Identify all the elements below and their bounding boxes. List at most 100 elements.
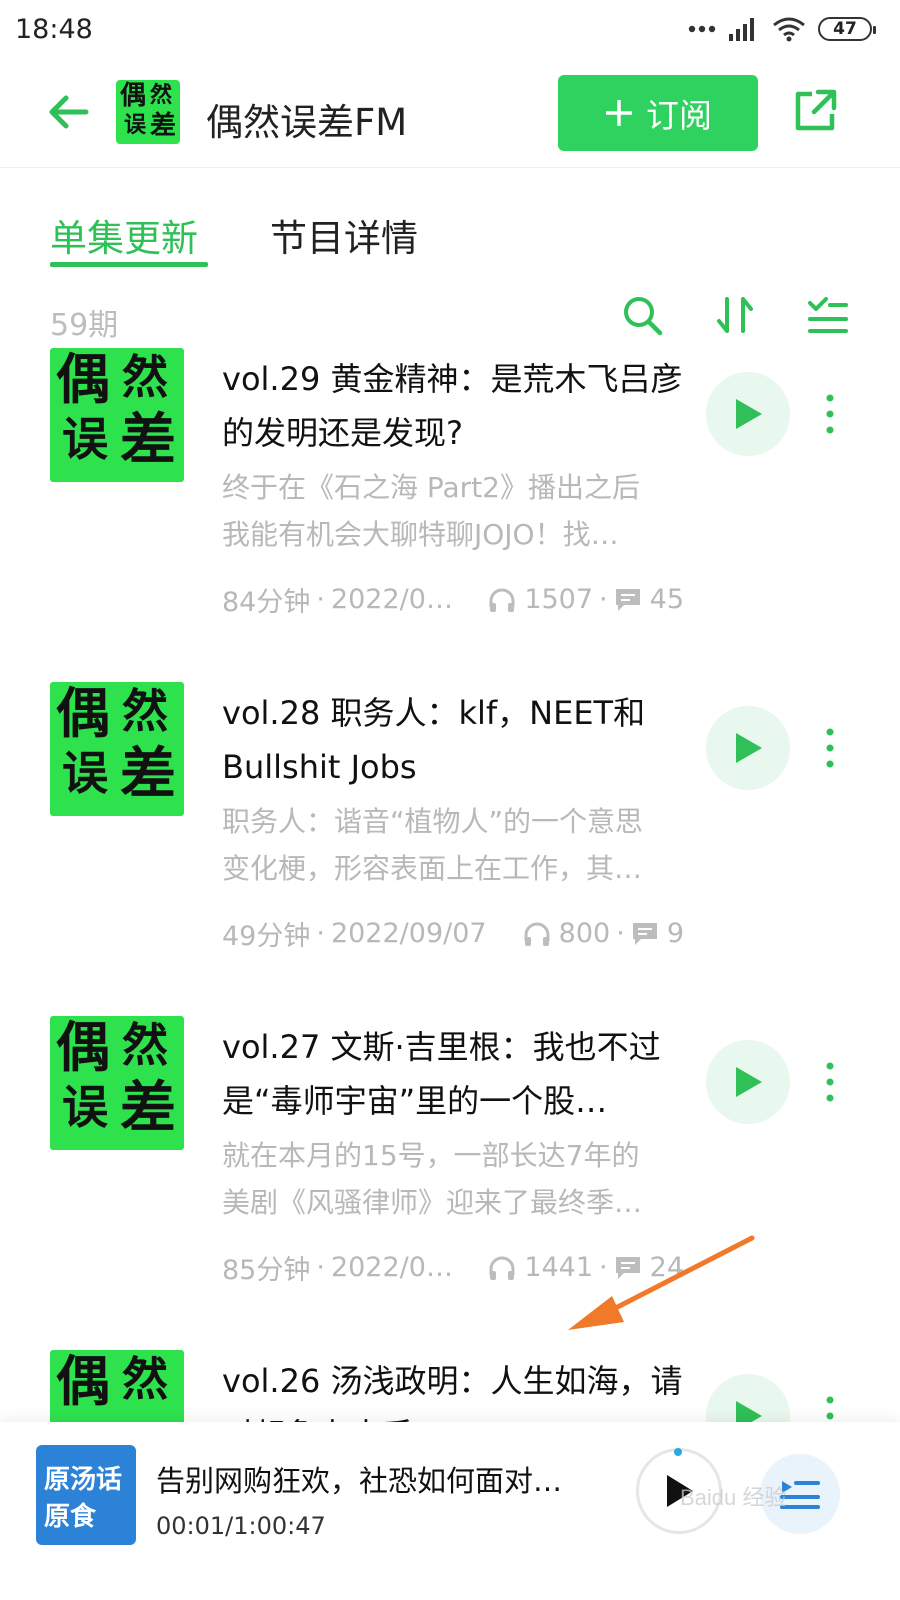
player-title: 告别网购狂欢，社恐如何面对… [156,1464,563,1498]
active-tab-indicator [50,262,208,267]
signal-icon [729,18,754,41]
episode-item[interactable]: 偶 然 vol.26 汤浅政明：人生如海，请对想象力出手！ [0,1350,900,1422]
more-options-icon[interactable] [818,726,842,770]
podcast-header: 偶 然 误 差 偶然误差FM 订阅 [0,62,900,168]
cover-char: 偶 [56,682,110,745]
more-options-icon[interactable] [818,1060,842,1104]
description-line: 职务人：谐音“植物人”的一个意思 [222,805,644,838]
description-line: 美剧《风骚律师》迎来了最终季… [222,1186,643,1219]
subscribe-label: 订阅 [646,96,712,135]
share-icon[interactable] [792,88,838,134]
cover-char: 差 [120,741,176,807]
cover-char: 误 [124,112,147,138]
cover-char: 然 [122,684,168,738]
comment-icon [615,1256,640,1279]
cover-char: 误 [62,746,108,800]
episode-meta: 49分钟 · 2022/09/07 800 · 9 [222,914,684,953]
headphones-icon [524,922,550,946]
episode-plays: 1441 [524,1252,594,1283]
episode-cover: 偶 然 [50,1350,184,1422]
cover-char: 偶 [56,348,110,411]
episode-item[interactable]: 偶 然 误 差 vol.27 文斯·吉里根：我也不过是“毒师宇宙”里的一个股… … [0,1016,900,1346]
episode-comments: 45 [649,584,684,615]
episode-meta: 85分钟 · 2022/0… 1441 · 24 [222,1248,684,1287]
cover-char: 差 [150,111,177,141]
plus-icon [606,100,632,126]
play-icon [736,1401,762,1422]
episode-duration: 49分钟 [222,921,311,952]
subscribe-button[interactable]: 订阅 [558,75,758,151]
cover-char: 误 [62,412,108,466]
comment-icon [632,922,657,945]
episode-play-button[interactable] [706,706,790,790]
battery-indicator: 47 [818,17,876,41]
tab-program-details[interactable]: 节目详情 [270,208,418,262]
episode-comments: 9 [666,918,684,949]
headphones-icon [489,588,515,612]
cover-char: 偶 [120,81,147,111]
status-time: 18:48 [15,14,93,45]
episode-date: 2022/09/07 [330,918,487,949]
play-icon [736,1067,762,1097]
cover-char: 差 [120,1075,176,1141]
description-line: 变化梗，形容表面上在工作，其… [222,852,643,885]
episode-comments: 24 [649,1252,684,1283]
episode-title[interactable]: vol.26 汤浅政明：人生如海，请对想象力出手！ [222,1354,692,1422]
episode-count: 59期 [50,308,119,343]
wifi-icon [773,17,805,42]
episode-title[interactable]: vol.28 职务人：klf，NEET和Bullshit Jobs [222,686,692,794]
podcast-cover: 偶 然 误 差 [116,80,180,144]
episode-description: 终于在《石之海 Part2》播出之后 我能有机会大聊特聊JOJO！找… [222,464,684,558]
tab-episodes[interactable]: 单集更新 [50,208,198,262]
watermark: Baidu 经验 [680,1485,787,1510]
episode-title[interactable]: vol.29 黄金精神：是荒木飞吕彦的发明还是发现? [222,352,692,460]
batch-select-icon[interactable] [806,293,850,337]
back-arrow-icon[interactable] [46,90,90,134]
cover-char: 然 [122,350,168,404]
episode-item[interactable]: 偶 然 误 差 vol.29 黄金精神：是荒木飞吕彦的发明还是发现? 终于在《石… [0,348,900,678]
cover-char: 然 [122,1352,168,1406]
episode-cover: 偶 然 误 差 [50,348,184,482]
episode-title[interactable]: vol.27 文斯·吉里根：我也不过是“毒师宇宙”里的一个股… [222,1020,692,1128]
cover-char: 偶 [56,1016,110,1079]
player-cover-text: 原汤话原食 [44,1465,123,1532]
status-icons: 47 [688,16,876,42]
episode-play-button[interactable] [706,1374,790,1422]
episode-cover: 偶 然 误 差 [50,682,184,816]
episode-plays: 1507 [524,584,594,615]
cover-char: 误 [62,1080,108,1134]
episode-play-button[interactable] [706,372,790,456]
sort-icon[interactable] [713,293,757,337]
episode-plays: 800 [558,918,611,949]
play-icon [736,733,762,763]
episode-date: 2022/0… [330,584,453,615]
description-line: 终于在《石之海 Part2》播出之后 [222,471,640,504]
episode-play-button[interactable] [706,1040,790,1124]
episode-cover: 偶 然 误 差 [50,1016,184,1150]
player-time: 00:01/1:00:47 [156,1512,326,1540]
cover-char: 偶 [56,1350,110,1413]
description-line: 我能有机会大聊特聊JOJO！找… [222,518,619,551]
play-icon [736,399,762,429]
player-cover: 原汤话原食 [36,1445,136,1545]
more-options-icon[interactable] [818,392,842,436]
episode-meta: 84分钟 · 2022/0… 1507 · 45 [222,580,684,619]
episode-duration: 84分钟 [222,587,311,618]
cover-char: 然 [150,82,173,108]
episode-item[interactable]: 偶 然 误 差 vol.28 职务人：klf，NEET和Bullshit Job… [0,682,900,1012]
episode-duration: 85分钟 [222,1255,311,1286]
status-bar: 18:48 47 [0,0,900,62]
cover-char: 然 [122,1018,168,1072]
comment-icon [615,588,640,611]
description-line: 就在本月的15号，一部长达7年的 [222,1139,640,1172]
progress-indicator [674,1448,682,1456]
episode-date: 2022/0… [330,1252,453,1283]
headphones-icon [489,1256,515,1280]
cover-char: 差 [120,407,176,473]
episode-description: 职务人：谐音“植物人”的一个意思 变化梗，形容表面上在工作，其… [222,798,684,892]
search-icon[interactable] [620,293,664,337]
podcast-title: 偶然误差FM [206,101,408,144]
dots-icon [688,25,716,33]
episode-description: 就在本月的15号，一部长达7年的 美剧《风骚律师》迎来了最终季… [222,1132,684,1226]
more-options-icon[interactable] [818,1394,842,1422]
